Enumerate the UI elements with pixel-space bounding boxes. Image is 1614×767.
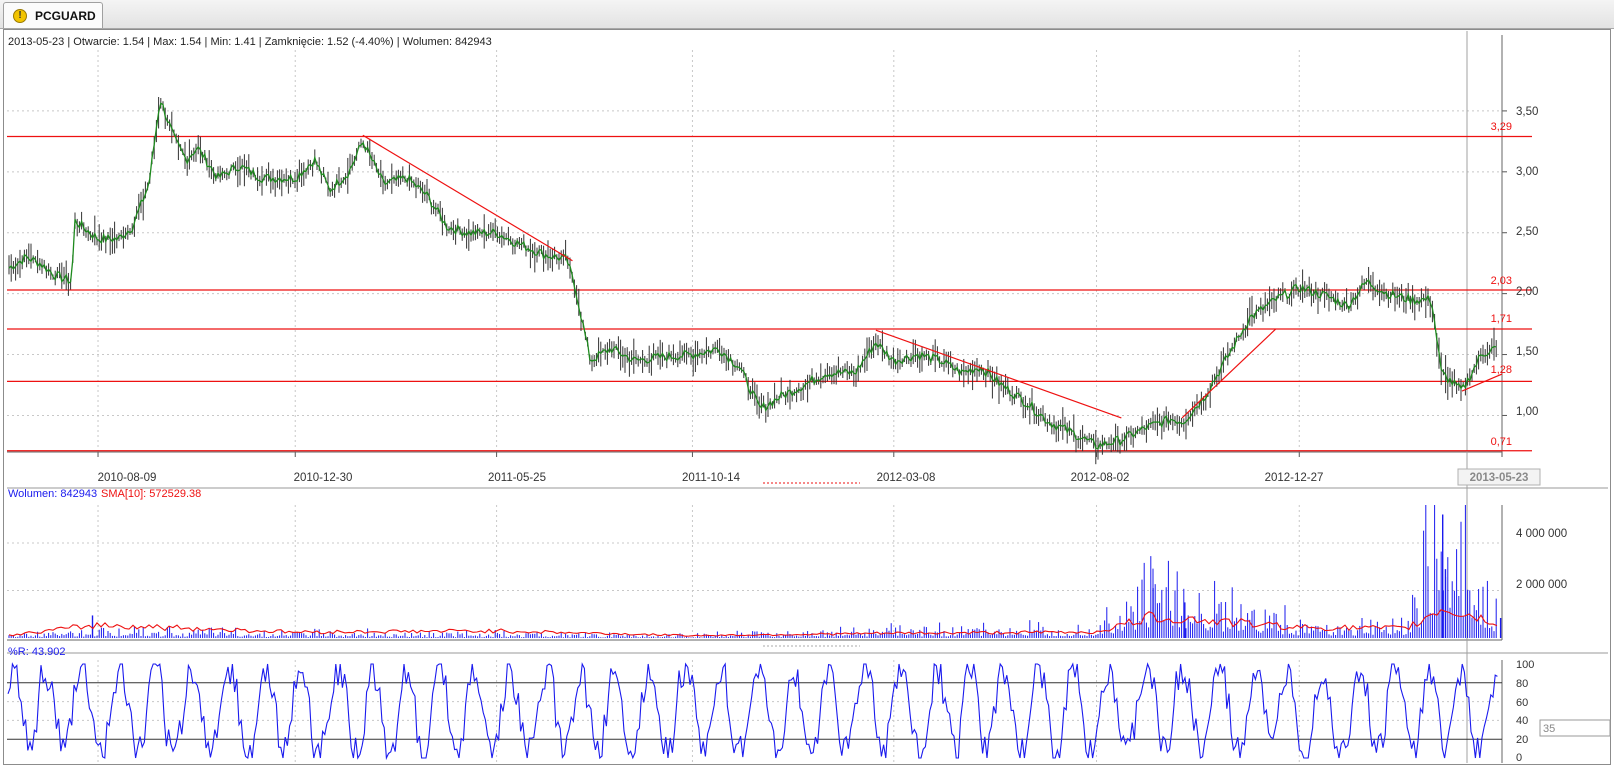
x-tick: 2012-03-08 xyxy=(877,472,936,484)
wr-ytick: 80 xyxy=(1516,678,1528,690)
header-open: Otwarcie: 1.54 xyxy=(73,36,144,48)
level-label: 0,71 xyxy=(1491,436,1512,448)
level-label: 1,28 xyxy=(1491,364,1512,376)
volume-ytick: 2 000 000 xyxy=(1516,579,1567,591)
volume-ytick: 4 000 000 xyxy=(1516,528,1567,540)
sma-legend: SMA[10]: 572529.38 xyxy=(101,488,201,500)
level-label: 1,71 xyxy=(1491,313,1512,325)
wr-ytick: 60 xyxy=(1516,697,1528,709)
header-close: Zamknięcie: 1.52 (-4.40%) xyxy=(265,36,394,48)
wr-legend: %R: 43.902 xyxy=(8,646,65,658)
wr-ytick: 40 xyxy=(1516,715,1528,727)
price-ytick: 3,00 xyxy=(1516,166,1538,178)
price-ytick: 1,00 xyxy=(1516,406,1538,418)
header-min: Min: 1.41 xyxy=(210,36,255,48)
x-tick: 2011-05-25 xyxy=(488,472,546,484)
trend-line xyxy=(875,329,1122,419)
price-ytick: 2,50 xyxy=(1516,226,1538,238)
wr-current-value: 35 xyxy=(1543,723,1555,735)
wr-ytick: 0 xyxy=(1516,752,1522,764)
price-ytick: 3,50 xyxy=(1516,106,1538,118)
volume-legend: Wolumen: 842943 xyxy=(8,488,97,500)
wr-ytick: 100 xyxy=(1516,659,1534,671)
x-tick-current: 2013-05-23 xyxy=(1470,472,1529,484)
level-label: 2,03 xyxy=(1491,275,1512,287)
level-label: 3,29 xyxy=(1491,121,1512,133)
header-max: Max: 1.54 xyxy=(153,36,201,48)
x-tick: 2010-08-09 xyxy=(98,472,157,484)
wr-line xyxy=(7,662,1498,761)
header-volume: Wolumen: 842943 xyxy=(403,36,492,48)
price-ytick: 2,00 xyxy=(1516,286,1538,298)
header-info: 2013-05-23 | Otwarcie: 1.54 | Max: 1.54 … xyxy=(8,36,492,48)
wr-ytick: 20 xyxy=(1516,734,1528,746)
trend-line xyxy=(362,134,573,262)
chart-canvas[interactable]: 2013-05-23 | Otwarcie: 1.54 | Max: 1.54 … xyxy=(0,0,1614,767)
header-date: 2013-05-23 xyxy=(8,36,64,48)
price-ytick: 1,50 xyxy=(1516,346,1538,358)
trend-line xyxy=(1181,328,1277,419)
x-tick: 2011-10-14 xyxy=(682,472,741,484)
x-tick: 2010-12-30 xyxy=(294,472,353,484)
x-tick: 2012-12-27 xyxy=(1265,472,1324,484)
x-tick: 2012-08-02 xyxy=(1071,472,1130,484)
